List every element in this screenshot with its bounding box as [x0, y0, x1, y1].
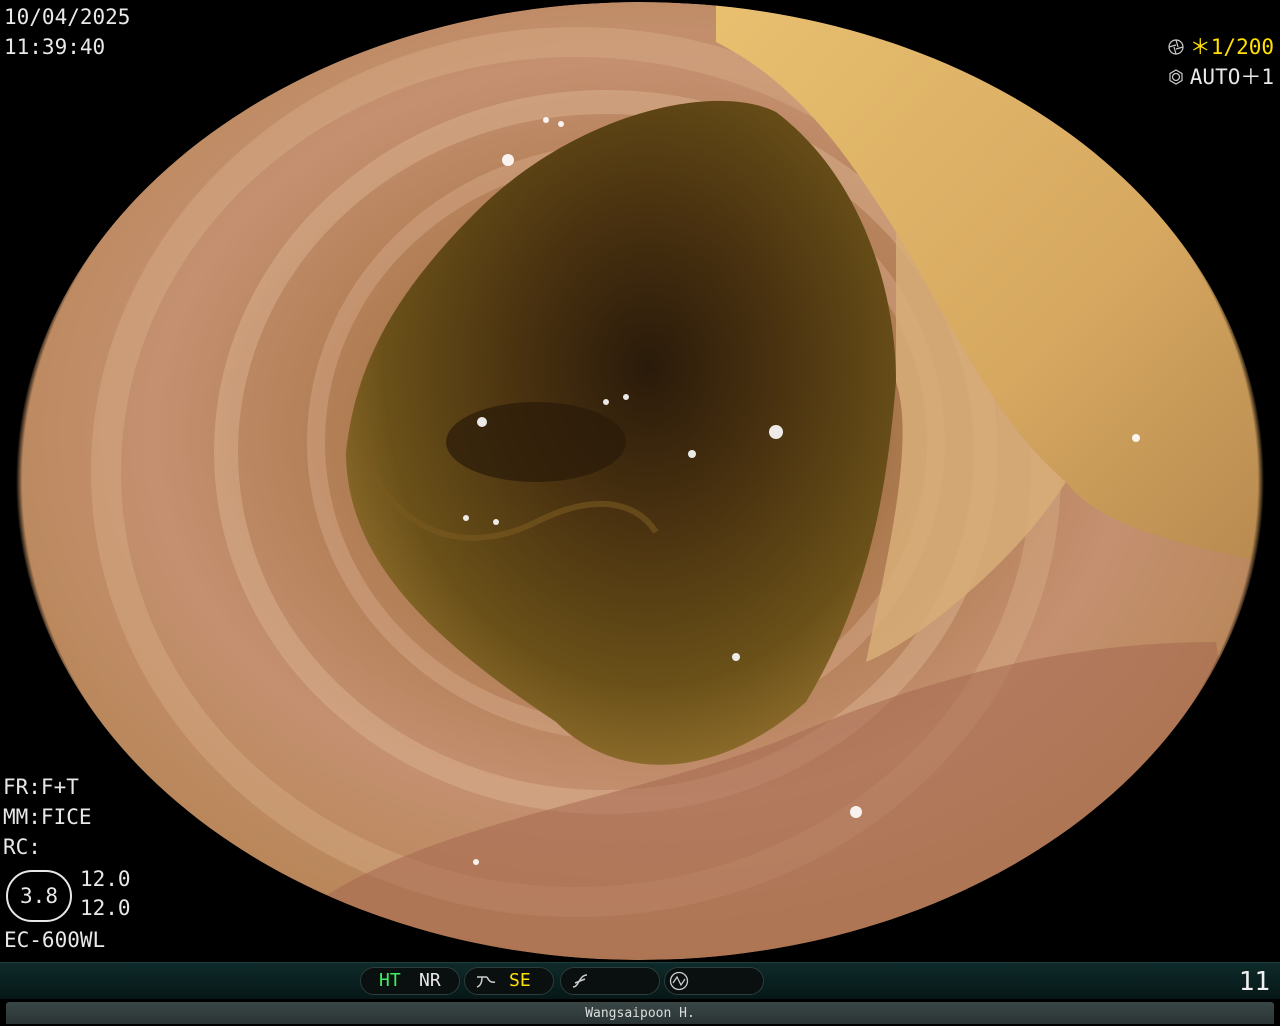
mode-pill	[664, 967, 764, 995]
curve-pill	[560, 967, 660, 995]
nr-indicator: NR	[419, 970, 441, 991]
ht-nr-pill: HT NR	[360, 967, 460, 995]
endoscopic-image	[16, 2, 1264, 960]
operator-name: Wangsaipoon H.	[585, 1006, 695, 1021]
frame-count: 11	[1238, 967, 1270, 997]
status-bar: HT NR SE	[0, 962, 1280, 999]
datetime-overlay: 10/04/2025 11:39:40	[4, 2, 130, 62]
settings-overlay: FR:F+T MM:FICE RC:	[3, 772, 92, 862]
value-bottom: 12.0	[80, 896, 131, 920]
value-top: 12.0	[80, 867, 131, 891]
scope-model: EC-600WL	[4, 928, 106, 952]
zoom-indicator: 3.8	[6, 870, 72, 922]
time-text: 11:39:40	[4, 35, 106, 59]
date-text: 10/04/2025	[4, 5, 131, 29]
iris-mode: AUTO＋1	[1189, 65, 1274, 89]
iris-icon	[1169, 69, 1183, 85]
value-readout: 12.0 12.0	[80, 865, 131, 923]
mm-setting: MM:FICE	[3, 805, 92, 829]
fr-setting: FR:F+T	[3, 775, 79, 799]
curve-icon	[572, 974, 588, 988]
aperture-icon	[1168, 39, 1184, 55]
exposure-overlay: ＊1/200 AUTO＋1	[1168, 32, 1274, 92]
shutter-speed: ＊1/200	[1189, 35, 1274, 59]
se-pill: SE	[464, 967, 554, 995]
se-indicator: SE	[509, 970, 531, 991]
rc-setting: RC:	[3, 835, 41, 859]
waveform-icon	[669, 971, 689, 991]
operator-bar: Wangsaipoon H.	[6, 1002, 1274, 1024]
ht-indicator: HT	[379, 970, 401, 991]
structure-icon	[476, 976, 496, 988]
